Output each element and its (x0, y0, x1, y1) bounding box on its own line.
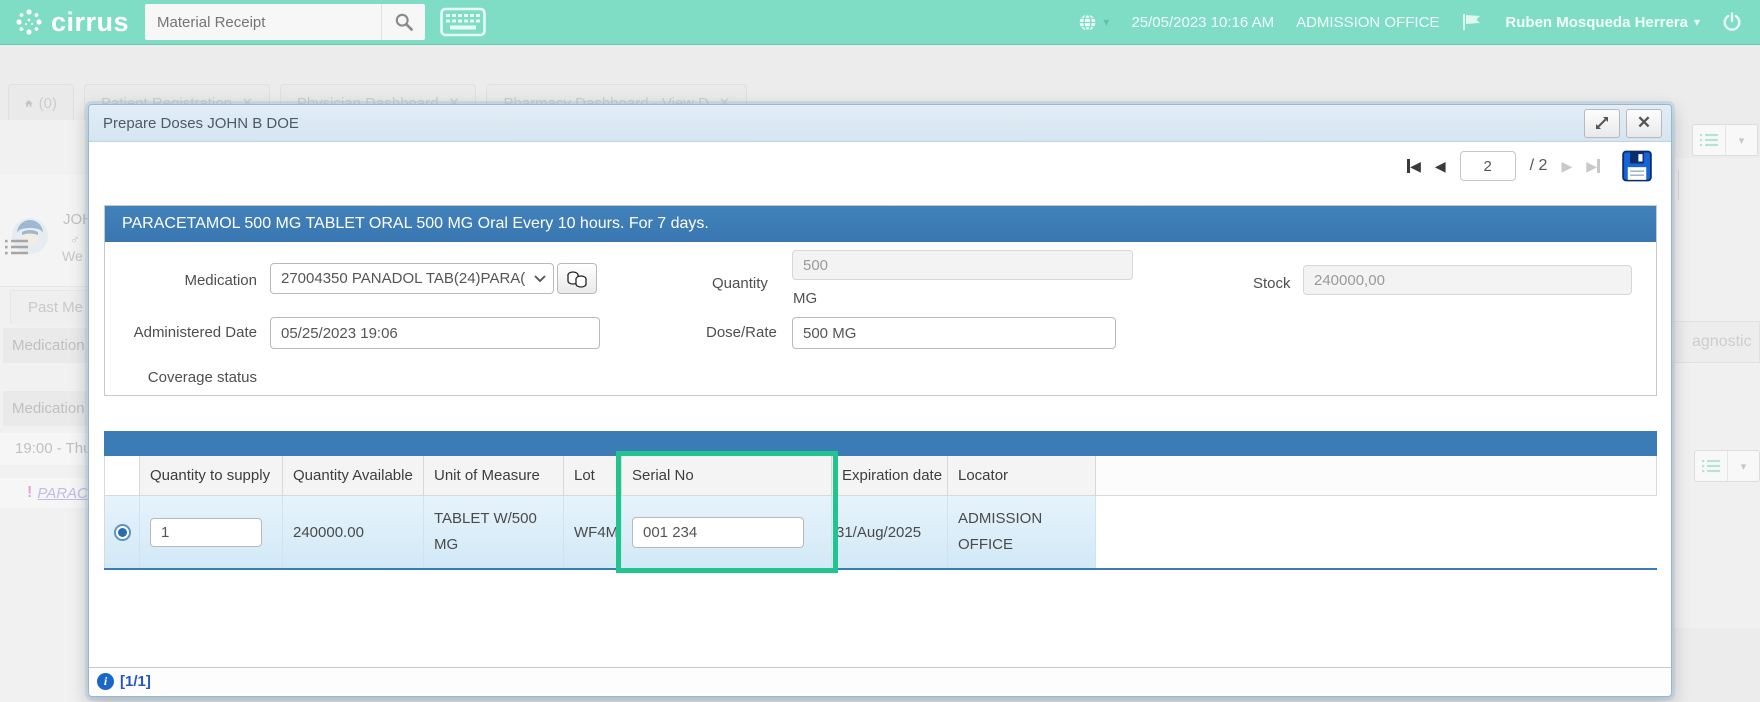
column-header: Quantity to supply (140, 456, 283, 496)
row-select-cell (104, 496, 140, 568)
close-icon: ✕ (1636, 113, 1652, 132)
dose-rate-input[interactable] (792, 317, 1116, 349)
order-section: PARACETAMOL 500 MG TABLET ORAL 500 MG Or… (104, 205, 1657, 396)
administered-date-label: Administered Date (133, 324, 257, 341)
quantity-label: Quantity (712, 275, 768, 292)
medication-select-value: 27004350 PANADOL TAB(24)PARA( (281, 270, 526, 287)
user-name: Ruben Mosqueda Herrera (1505, 13, 1688, 31)
coverage-status-label: Coverage status (147, 369, 257, 386)
global-search-input[interactable] (145, 13, 382, 31)
unit-of-measure-cell: TABLET W/500 MG (424, 496, 564, 568)
user-menu[interactable]: Ruben Mosqueda Herrera ▾ (1505, 14, 1700, 31)
save-button[interactable] (1622, 150, 1652, 182)
quantity-available-cell: 240000.00 (283, 496, 424, 568)
search-icon (395, 13, 413, 31)
table-row: 240000.00 TABLET W/500 MG WF4M 31/Aug/20… (104, 496, 1657, 568)
row-filler-cell (1096, 496, 1657, 568)
column-header: Lot (564, 456, 622, 496)
dialog-footer: i [1/1] (89, 667, 1671, 694)
lot-cell: WF4M (564, 496, 622, 568)
next-page-button[interactable]: ▶ (1561, 158, 1572, 175)
record-count: [1/1] (120, 672, 151, 690)
first-page-icon: ◀ (1410, 157, 1421, 174)
medication-label: Medication (184, 272, 257, 289)
info-icon: i (97, 672, 114, 690)
flag-icon (1463, 14, 1481, 30)
maximize-button[interactable] (1584, 108, 1620, 138)
chevron-down-icon: ▾ (1693, 15, 1700, 29)
medication-select[interactable]: 27004350 PANADOL TAB(24)PARA( (270, 263, 554, 294)
order-header: PARACETAMOL 500 MG TABLET ORAL 500 MG Or… (105, 206, 1656, 242)
column-header: Locator (948, 456, 1096, 496)
search-button[interactable] (381, 4, 425, 40)
grid-bottom-border (104, 568, 1657, 570)
record-pager: ◀ ◀ / 2 ▶ ▶ (1407, 149, 1652, 183)
logout-button[interactable] (1722, 12, 1742, 32)
previous-page-icon: ◀ (1434, 157, 1446, 174)
app-header: cirrus Material Receipt ▾ 25/05/2023 10:… (0, 0, 1760, 45)
virtual-keyboard-button[interactable] (439, 4, 487, 40)
supply-grid: Quantity to supply Quantity Available Un… (104, 431, 1657, 573)
maximize-icon (1596, 117, 1608, 129)
quantity-input (792, 250, 1133, 280)
dialog-titlebar: Prepare Doses JOHN B DOE ✕ (89, 105, 1671, 142)
quantity-to-supply-input[interactable] (150, 517, 262, 547)
last-page-icon: ▶ (1586, 157, 1597, 174)
save-icon (1622, 150, 1652, 182)
global-search (145, 4, 426, 40)
grid-header-bar (104, 431, 1657, 456)
serial-no-input[interactable] (632, 516, 804, 548)
expiration-date-cell: 31/Aug/2025 (832, 496, 948, 568)
column-header: Quantity Available (283, 456, 424, 496)
column-header: Unit of Measure (424, 456, 564, 496)
quantity-to-supply-cell (140, 496, 283, 568)
dialog-title: Prepare Doses JOHN B DOE (103, 114, 299, 132)
close-button[interactable]: ✕ (1626, 108, 1662, 138)
app-logo: cirrus (14, 7, 129, 38)
keyboard-icon (440, 7, 486, 37)
column-header: Expiration date (832, 456, 948, 496)
header-datetime: 25/05/2023 10:16 AM (1131, 13, 1275, 31)
dispense-lookup-button[interactable] (557, 263, 597, 294)
page-number-input[interactable] (1459, 151, 1516, 181)
prepare-doses-dialog: Prepare Doses JOHN B DOE ✕ ◀ ◀ / 2 ▶ ▶ (88, 104, 1672, 697)
pills-icon (567, 270, 587, 288)
chevron-down-icon (527, 274, 553, 283)
last-page-button[interactable]: ▶ (1586, 158, 1600, 175)
first-page-button[interactable]: ◀ (1407, 158, 1421, 175)
administered-date-input[interactable] (270, 317, 600, 349)
serial-no-cell (622, 496, 832, 568)
column-header: Serial No (622, 456, 832, 496)
grid-header-row: Quantity to supply Quantity Available Un… (104, 456, 1657, 496)
language-selector[interactable]: ▾ (1078, 13, 1109, 32)
quantity-unit-label: MG (793, 290, 818, 307)
previous-page-button[interactable]: ◀ (1435, 158, 1446, 175)
locator-cell: ADMISSION OFFICE (948, 496, 1096, 568)
column-header-filler (1096, 456, 1657, 496)
stock-input (1303, 265, 1632, 295)
row-radio-button[interactable] (113, 523, 131, 541)
dose-rate-label: Dose/Rate (706, 324, 777, 341)
header-location: ADMISSION OFFICE (1296, 13, 1440, 31)
power-icon (1723, 12, 1741, 31)
select-column-header (104, 456, 140, 496)
next-page-icon: ▶ (1561, 157, 1573, 174)
chevron-down-icon: ▾ (1103, 15, 1110, 29)
logo-text: cirrus (51, 6, 130, 37)
cirrus-dots-icon (16, 9, 42, 35)
stock-label: Stock (1253, 275, 1291, 292)
globe-icon (1080, 13, 1096, 31)
page-total-label: / 2 (1529, 157, 1548, 174)
